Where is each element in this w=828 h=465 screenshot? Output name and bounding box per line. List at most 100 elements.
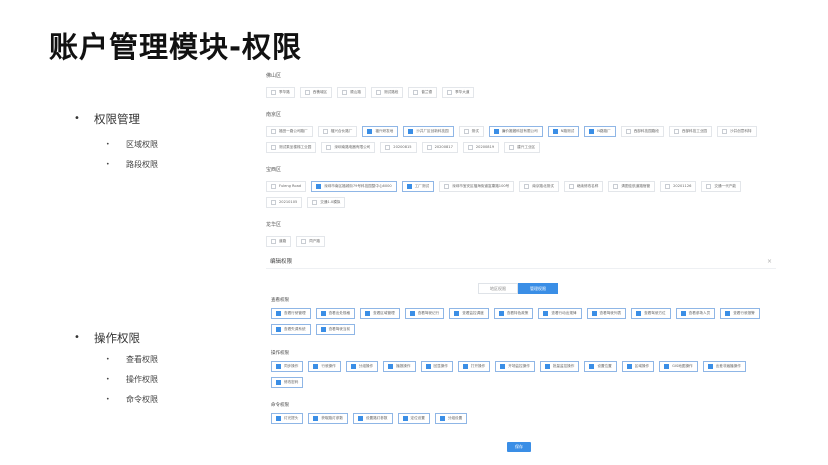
permission-checkbox[interactable]: 顺山路 (337, 87, 366, 98)
permission-checkbox[interactable]: 交通一代产能 (701, 181, 741, 192)
checkbox-label: 查看驾驶列表 (599, 310, 622, 315)
checkbox-label: 设置位置 (597, 363, 612, 368)
permission-checkbox[interactable]: 行驶操作 (308, 361, 341, 372)
permission-checkbox[interactable]: 交通1.0模拟 (307, 197, 346, 208)
permission-checkbox[interactable]: 播报操作 (383, 361, 416, 372)
permission-checkbox[interactable]: 工厂测试 (401, 181, 435, 192)
checkbox-label: 普兰德 (421, 89, 433, 94)
permission-checkbox[interactable]: 西樵城区 (299, 87, 333, 98)
permission-checkbox[interactable]: 区域操作 (621, 361, 655, 372)
permission-checkbox[interactable]: 西部科技园路段 (620, 126, 664, 137)
checkbox-label: 查看特色政策 (506, 310, 529, 315)
outline-item: 区域权限 (72, 135, 158, 155)
permission-checkbox[interactable]: 季华路 (266, 87, 295, 98)
permission-checkbox[interactable]: 同产路 (296, 236, 325, 247)
permission-checkbox[interactable]: 灯光提头 (271, 413, 304, 424)
checkbox-label: 顺山路 (350, 89, 361, 94)
permission-checkbox[interactable]: 回显操作 (420, 361, 453, 372)
permission-checkbox[interactable]: 查看驾驶当前 (315, 324, 356, 335)
close-icon[interactable]: × (767, 258, 772, 265)
permission-checkbox[interactable]: 20200817 (421, 142, 458, 153)
checkbox-checked-icon (707, 364, 713, 369)
permission-checkbox[interactable]: 福田一路公司路厂 (266, 126, 313, 137)
permission-checkbox[interactable]: 道路 (266, 236, 292, 247)
checkbox-label: 开场监控操作 (508, 363, 530, 368)
permission-checkbox[interactable]: 西部科技工业园 (668, 126, 713, 137)
operation-permission-group: 操作权限 同步操作 行驶操作 分组操作 播报操作 回显操作 打开操作 开场监控操作 批量监控操… (271, 350, 776, 393)
checkbox-unchecked-icon (271, 90, 276, 95)
checkbox-label: 分组操作 (358, 363, 374, 368)
permission-checkbox[interactable]: 查看特色政策 (493, 308, 534, 319)
permission-checkbox[interactable]: N路路厂 (584, 126, 616, 137)
checkbox-checked-icon (493, 129, 499, 134)
permission-checkbox[interactable]: 开场监控操作 (495, 361, 535, 372)
permission-checkbox[interactable]: GIS地图操作 (659, 361, 698, 372)
permission-checkbox[interactable]: 南京路北测试 (519, 181, 559, 192)
permission-checkbox[interactable]: 查看参场人员 (675, 308, 716, 319)
save-button[interactable]: 保存 (507, 442, 531, 452)
permission-checkbox[interactable]: 查看行驶管理 (271, 308, 311, 319)
permission-checkbox[interactable]: 分组操作 (345, 361, 379, 372)
tab-region-permission[interactable]: 地区权限 (478, 283, 518, 294)
checkbox-label: 南京路北测试 (532, 183, 554, 188)
checkbox-unchecked-icon (524, 184, 530, 189)
permission-checkbox[interactable]: 修改密码 (271, 377, 304, 388)
outline-item: 查看权限 (72, 350, 158, 370)
permission-checkbox[interactable]: 测试路段 (370, 87, 404, 98)
permission-checkbox[interactable]: 出差非遍播操作 (702, 361, 746, 372)
tab-management-permission[interactable]: 管理权限 (518, 283, 558, 294)
permission-checkbox[interactable]: 20201126 (660, 181, 697, 192)
checkbox-label: 20201126 (673, 183, 692, 188)
permission-checkbox[interactable]: N路测试 (547, 126, 580, 137)
checkbox-label: 查看驾驶当前 (328, 326, 351, 331)
permission-checkbox[interactable]: 季华大道 (442, 87, 475, 98)
permission-checkbox[interactable]: 打开操作 (457, 361, 491, 372)
permission-checkbox[interactable]: 20210105 (266, 197, 303, 208)
permission-checkbox[interactable]: 测试 (458, 126, 484, 137)
permission-checkbox[interactable]: 建兴工业区 (504, 142, 541, 153)
checkbox-checked-icon (544, 364, 550, 369)
checkbox-label: 区域操作 (634, 363, 650, 368)
permission-checkbox[interactable]: 查看驾驶列表 (586, 308, 627, 319)
permission-checkbox[interactable]: 测试乘坐楼梯工业园 (266, 142, 317, 153)
permission-checkbox[interactable]: Fuleng Road (266, 181, 307, 192)
permission-checkbox[interactable]: 深圳南路电器有限公司 (321, 142, 376, 153)
permission-checkbox[interactable]: 同步操作 (271, 361, 304, 372)
permission-checkbox[interactable]: 福兴研发地 (362, 126, 399, 137)
permission-checkbox[interactable]: 查看驾驶方位 (631, 308, 671, 319)
permission-checkbox[interactable]: 分组设置 (434, 413, 468, 424)
permission-checkbox[interactable]: 20200815 (380, 142, 417, 153)
checkbox-checked-icon (408, 129, 414, 134)
permission-checkbox[interactable]: 设置位置 (584, 361, 617, 372)
checkbox-label: 深圳市宝安区福海街道富康路100号 (452, 183, 510, 188)
checkbox-label: 西樵城区 (312, 89, 328, 94)
checkbox-unchecked-icon (665, 184, 671, 189)
checkbox-unchecked-icon (271, 239, 276, 244)
permission-checkbox[interactable]: 查看行动出规律 (538, 308, 582, 319)
permission-checkbox[interactable]: 查看失调系统 (271, 324, 311, 335)
permission-checkbox[interactable]: 沙井厂区创新科技园 (403, 126, 454, 137)
permission-checkbox[interactable]: 继续修改名称 (563, 181, 604, 192)
permission-checkbox[interactable]: 查看监控调度 (449, 308, 489, 319)
checkbox-label: 20210105 (279, 199, 298, 204)
checkbox-checked-icon (589, 364, 595, 369)
permission-checkbox[interactable]: 查看驾驶记行 (404, 308, 445, 319)
permission-checkbox[interactable]: 深圳市宝安区福海街道富康路100号 (439, 181, 515, 192)
permission-checkbox[interactable]: 定位设置 (397, 413, 430, 424)
permission-checkbox[interactable]: 批量监控操作 (539, 361, 580, 372)
permission-checkbox[interactable]: 查看行驶报警 (720, 308, 760, 319)
permission-checkbox[interactable]: 深圳市南区福城街79号科技园整中心6000 (311, 181, 397, 192)
permission-checkbox[interactable]: 廉价搬搬科技有限公司 (488, 126, 543, 137)
permission-checkbox[interactable]: 获取路灯参数 (308, 413, 348, 424)
permission-checkbox[interactable]: 查看出处规格 (315, 308, 356, 319)
permission-checkbox[interactable]: 20200819 (462, 142, 500, 153)
permission-checkbox[interactable]: 福兴合伙路厂 (317, 126, 358, 137)
checkbox-checked-icon (462, 364, 468, 369)
permission-checkbox[interactable]: 查看区域管理 (360, 308, 400, 319)
permission-checkbox[interactable]: 沙井创意科特 (717, 126, 757, 137)
permission-checkbox[interactable]: 普兰德 (408, 87, 438, 98)
checkbox-checked-icon (439, 416, 445, 421)
permission-checkbox[interactable]: 设置路灯参数 (352, 413, 393, 424)
permission-checkbox[interactable]: 清图佳航道路宿管 (608, 181, 656, 192)
region-name: 佛山区 (266, 73, 282, 79)
